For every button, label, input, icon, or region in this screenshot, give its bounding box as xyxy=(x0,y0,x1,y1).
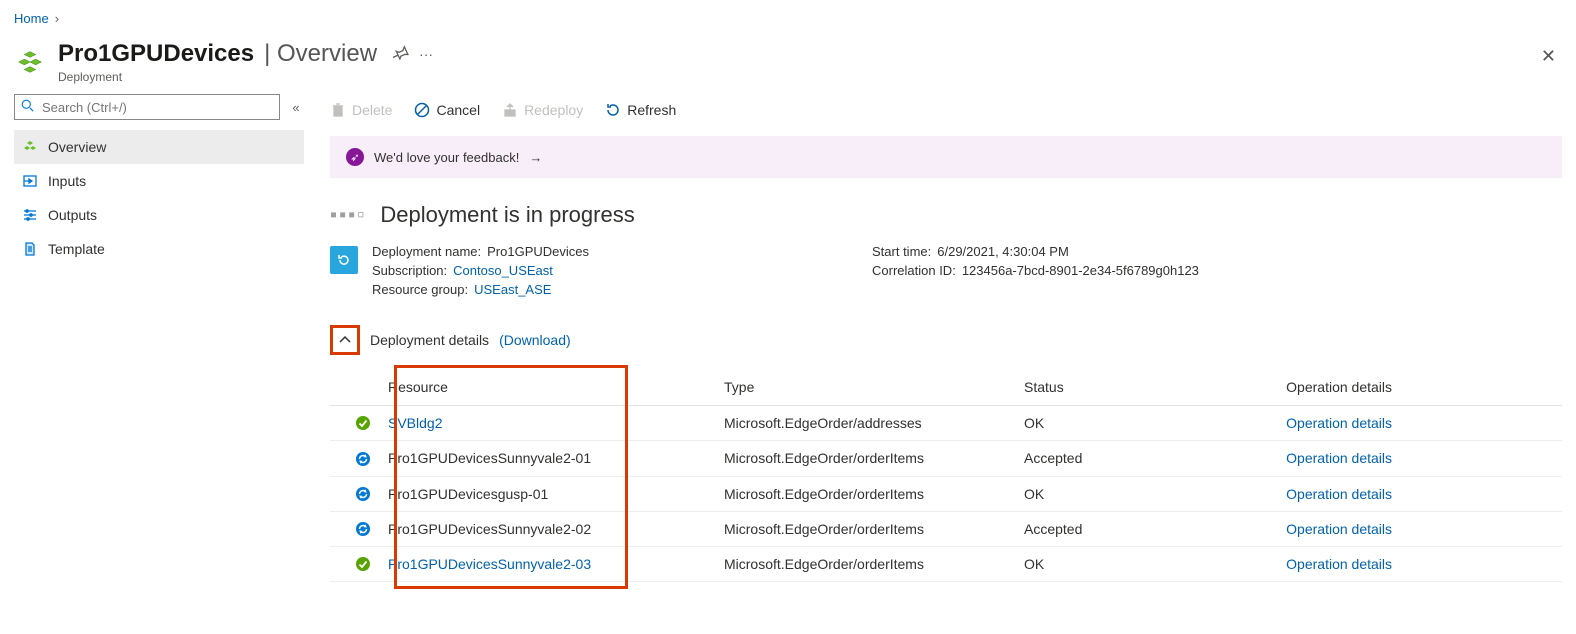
sidebar-item-label: Overview xyxy=(48,139,106,155)
highlight-box xyxy=(330,325,360,355)
deployment-metadata: Deployment name:Pro1GPUDevices Start tim… xyxy=(330,244,1562,297)
sidebar-item-overview[interactable]: Overview xyxy=(14,130,304,164)
operation-details-link[interactable]: Operation details xyxy=(1286,486,1392,502)
resource-type: Microsoft.EdgeOrder/addresses xyxy=(724,415,922,431)
table-row: Pro1GPUDevicesgusp-01 Microsoft.EdgeOrder… xyxy=(330,476,1562,511)
delete-button[interactable]: Delete xyxy=(330,102,392,118)
deployment-name: Deployment name:Pro1GPUDevices xyxy=(372,244,832,259)
table-row: Pro1GPUDevicesSunnyvale2-03 Microsoft.Edg… xyxy=(330,547,1562,582)
resource-name: Pro1GPUDevicesSunnyvale2-01 xyxy=(388,450,591,466)
sidebar-item-label: Template xyxy=(48,241,105,257)
inputs-icon xyxy=(22,174,38,188)
operation-details-link[interactable]: Operation details xyxy=(1286,450,1392,466)
col-resource: Resource xyxy=(380,369,716,406)
check-circle-icon xyxy=(354,555,372,573)
download-link[interactable]: (Download) xyxy=(499,332,571,348)
sync-icon xyxy=(354,450,372,468)
outputs-icon xyxy=(22,208,38,222)
col-type: Type xyxy=(716,369,1016,406)
operation-details-link[interactable]: Operation details xyxy=(1286,556,1392,572)
toolbar: Delete Cancel Redeploy Refresh xyxy=(330,92,1562,128)
table-row: SVBldg2 Microsoft.EdgeOrder/addresses OK Op… xyxy=(330,406,1562,441)
close-icon[interactable]: ✕ xyxy=(1541,46,1556,67)
subscription: Subscription:Contoso_USEast xyxy=(372,263,832,278)
progress-dots-icon: ▪▪▪▫ xyxy=(330,204,366,227)
feedback-icon: ➶ xyxy=(346,148,364,166)
resource-status: Accepted xyxy=(1024,521,1082,537)
feedback-banner[interactable]: ➶ We'd love your feedback! → xyxy=(330,136,1562,178)
subscription-link[interactable]: Contoso_USEast xyxy=(453,263,553,278)
resource-name: Pro1GPUDevicesSunnyvale2-02 xyxy=(388,521,591,537)
resource-link[interactable]: Pro1GPUDevicesSunnyvale2-03 xyxy=(388,556,591,572)
resource-status: OK xyxy=(1024,556,1044,572)
col-op: Operation details xyxy=(1276,369,1562,406)
sidebar-item-label: Inputs xyxy=(48,173,86,189)
breadcrumb: Home › xyxy=(14,0,1562,36)
resource-name: Pro1GPUDevicesgusp-01 xyxy=(388,486,548,502)
template-icon xyxy=(22,242,38,256)
resource-status: OK xyxy=(1024,415,1044,431)
resource-type: Microsoft.EdgeOrder/orderItems xyxy=(724,450,924,466)
operation-details-link[interactable]: Operation details xyxy=(1286,415,1392,431)
start-time: Start time:6/29/2021, 4:30:04 PM xyxy=(872,244,1199,259)
table-row: Pro1GPUDevicesSunnyvale2-01 Microsoft.Edg… xyxy=(330,441,1562,476)
sidebar: « Overview Inputs xyxy=(14,92,304,582)
sync-icon xyxy=(354,485,372,503)
sidebar-item-inputs[interactable]: Inputs xyxy=(14,164,304,198)
deployment-badge-icon xyxy=(330,246,358,274)
sidebar-item-label: Outputs xyxy=(48,207,97,223)
resource-status: Accepted xyxy=(1024,450,1082,466)
page-title: Pro1GPUDevices xyxy=(58,40,254,68)
feedback-text: We'd love your feedback! xyxy=(374,150,519,165)
check-circle-icon xyxy=(354,414,372,432)
search-input-wrapper[interactable] xyxy=(14,94,280,120)
sidebar-item-template[interactable]: Template xyxy=(14,232,304,266)
resource-type: Microsoft.EdgeOrder/orderItems xyxy=(724,556,924,572)
more-icon[interactable]: ··· xyxy=(419,46,433,62)
col-status: Status xyxy=(1016,369,1276,406)
search-input[interactable] xyxy=(40,99,273,116)
page-subtitle: Deployment xyxy=(58,70,433,84)
resource-link[interactable]: SVBldg2 xyxy=(388,415,442,431)
breadcrumb-home[interactable]: Home xyxy=(14,11,49,26)
refresh-button[interactable]: Refresh xyxy=(605,102,676,118)
resource-status: OK xyxy=(1024,486,1044,502)
sync-icon xyxy=(354,520,372,538)
collapse-sidebar-icon[interactable]: « xyxy=(288,100,304,115)
table-row: Pro1GPUDevicesSunnyvale2-02 Microsoft.Edg… xyxy=(330,511,1562,546)
chevron-up-icon[interactable] xyxy=(335,330,355,350)
search-icon xyxy=(21,99,34,115)
chevron-right-icon: › xyxy=(55,11,59,26)
resource-type: Microsoft.EdgeOrder/orderItems xyxy=(724,521,924,537)
resource-group: Resource group:USEast_ASE xyxy=(372,282,832,297)
overview-icon xyxy=(22,140,38,154)
resource-group-link[interactable]: USEast_ASE xyxy=(474,282,551,297)
page-section: | Overview xyxy=(264,40,377,68)
redeploy-button[interactable]: Redeploy xyxy=(502,102,583,118)
page-header: Pro1GPUDevices | Overview ··· Deployment… xyxy=(14,36,1562,92)
operation-details-link[interactable]: Operation details xyxy=(1286,521,1392,537)
details-title: Deployment details xyxy=(370,332,489,348)
arrow-right-icon: → xyxy=(529,150,542,165)
deployment-icon xyxy=(14,46,46,78)
details-table: Resource Type Status Operation details S… xyxy=(330,369,1562,582)
cancel-button[interactable]: Cancel xyxy=(414,102,480,118)
pin-icon[interactable] xyxy=(393,45,409,64)
deployment-status: ▪▪▪▫ Deployment is in progress xyxy=(330,202,1562,228)
status-heading: Deployment is in progress xyxy=(380,202,634,228)
sidebar-item-outputs[interactable]: Outputs xyxy=(14,198,304,232)
resource-type: Microsoft.EdgeOrder/orderItems xyxy=(724,486,924,502)
main-panel: Delete Cancel Redeploy Refresh ➶ We'd lo… xyxy=(304,92,1562,582)
correlation-id: Correlation ID:123456a-7bcd-8901-2e34-5f… xyxy=(872,263,1199,278)
deployment-details: Deployment details (Download) Resource T… xyxy=(330,325,1562,582)
